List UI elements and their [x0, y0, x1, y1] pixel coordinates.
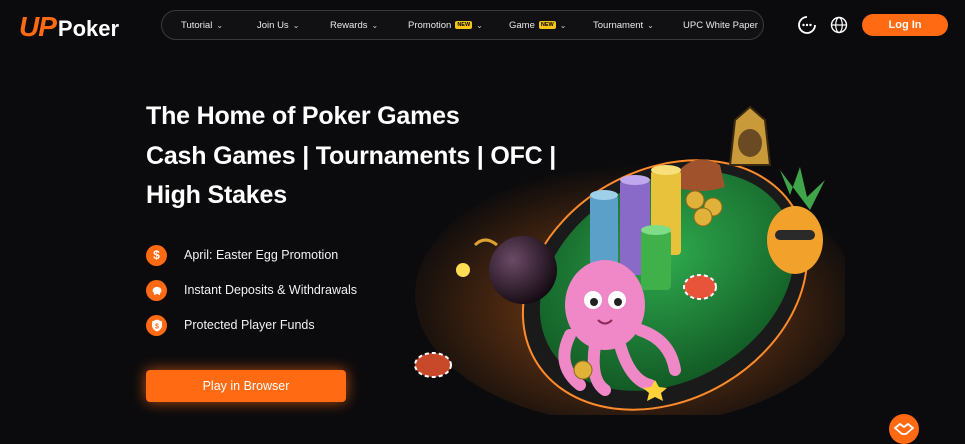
- handshake-chat-button[interactable]: [889, 414, 919, 444]
- chevron-down-icon: ⌄: [476, 20, 483, 30]
- hero-illustration: [414, 105, 845, 415]
- main-nav: Tutorial ⌄ Join Us ⌄ Rewards ⌄ Promotion…: [161, 10, 764, 40]
- logo-up-text: UP: [19, 11, 57, 42]
- nav-label: Tutorial: [181, 19, 213, 31]
- nav-item-upc-white-paper[interactable]: UPC White Paper: [683, 11, 758, 39]
- feature-item: $ April: Easter Egg Promotion: [146, 244, 338, 266]
- chevron-down-icon: ⌄: [647, 20, 654, 30]
- nav-item-game[interactable]: Game NEW ⌄: [509, 11, 566, 39]
- nav-item-tournament[interactable]: Tournament ⌄: [593, 11, 654, 39]
- brand-logo[interactable]: UP Poker: [19, 11, 119, 43]
- svg-text:$: $: [155, 323, 159, 330]
- new-badge: NEW: [455, 21, 473, 29]
- nav-item-promotion[interactable]: Promotion NEW ⌄: [408, 11, 483, 39]
- chevron-down-icon: ⌄: [559, 20, 567, 30]
- login-button[interactable]: Log In: [862, 14, 948, 36]
- chevron-down-icon: ⌄: [216, 20, 224, 30]
- chevron-down-icon: ⌄: [371, 20, 379, 30]
- support-chat-icon[interactable]: [797, 15, 817, 35]
- piggy-bank-icon: [146, 279, 167, 301]
- shield-dollar-icon: $: [146, 314, 167, 336]
- feature-item: $ Protected Player Funds: [146, 314, 315, 336]
- nav-label: Tournament: [593, 19, 644, 31]
- nav-label: UPC White Paper: [683, 19, 758, 31]
- feature-label: April: Easter Egg Promotion: [184, 248, 339, 262]
- nav-label: Join Us: [257, 19, 289, 31]
- nav-item-tutorial[interactable]: Tutorial ⌄: [181, 11, 223, 39]
- hero-title-line-3: High Stakes: [146, 181, 287, 209]
- nav-label: Game: [509, 19, 535, 31]
- nav-label: Rewards: [330, 19, 368, 31]
- feature-item: Instant Deposits & Withdrawals: [146, 279, 357, 301]
- dollar-icon: $: [146, 244, 167, 266]
- new-badge: NEW: [538, 21, 556, 29]
- pharaoh-figure: [728, 105, 772, 166]
- nav-item-join-us[interactable]: Join Us ⌄: [257, 11, 299, 39]
- play-in-browser-button[interactable]: Play in Browser: [146, 370, 346, 402]
- globe-icon[interactable]: [829, 15, 849, 35]
- chevron-down-icon: ⌄: [292, 20, 300, 30]
- pineapple-figure: [767, 167, 825, 274]
- nav-item-rewards[interactable]: Rewards ⌄: [330, 11, 378, 39]
- logo-poker-text: Poker: [57, 16, 120, 41]
- handshake-icon: [894, 423, 914, 435]
- feature-label: Protected Player Funds: [184, 318, 315, 332]
- feature-label: Instant Deposits & Withdrawals: [184, 283, 357, 297]
- nav-label: Promotion: [408, 19, 452, 31]
